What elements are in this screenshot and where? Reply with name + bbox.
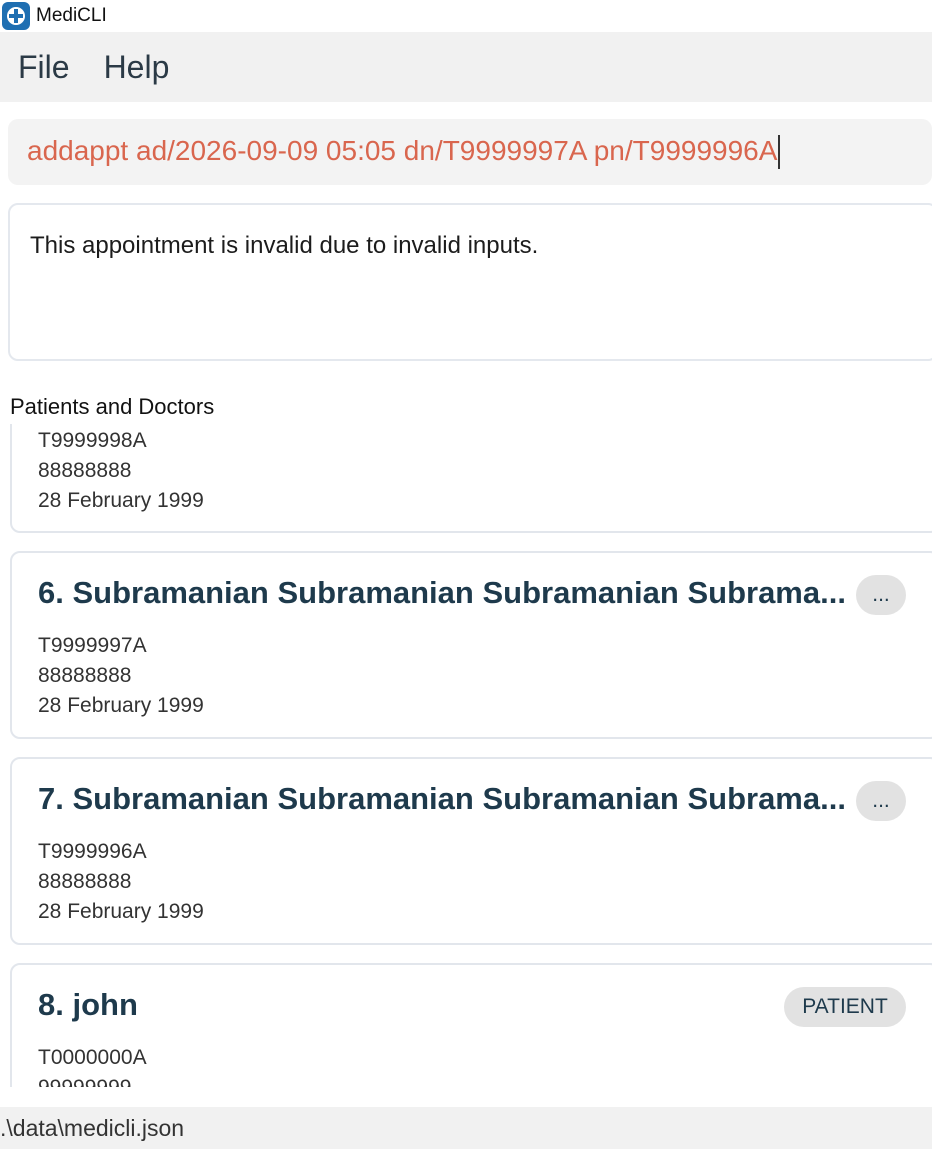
nric: T9999996A <box>38 840 147 863</box>
command-input[interactable]: addappt ad/2026-09-09 05:05 dn/T9999997A… <box>8 119 932 185</box>
data-file-path: .\data\medicli.json <box>0 1114 185 1141</box>
list-item[interactable]: 6. Subramanian Subramanian Subramanian S… <box>10 551 932 739</box>
card-title: 6. Subramanian Subramanian Subramanian S… <box>38 575 846 610</box>
list-item[interactable]: 7. Subramanian Subramanian Subramanian S… <box>10 757 932 945</box>
status-bar: .\data\medicli.json <box>0 1107 932 1149</box>
date-of-birth: 28 February 1999 <box>38 900 204 923</box>
card-details: T9999998A 88888888 28 February 1999 <box>38 426 204 516</box>
phone: 88888888 <box>38 459 132 482</box>
phone: 88888888 <box>38 870 132 893</box>
card-title: 8. john <box>38 987 138 1022</box>
text-caret <box>778 135 781 170</box>
menu-bar: File Help <box>0 32 932 102</box>
phone: 99999999 <box>38 1073 147 1087</box>
nric: T9999998A <box>38 429 147 452</box>
title-bar: MediCLI <box>0 0 932 32</box>
nric: T9999997A <box>38 634 147 657</box>
medical-cross-icon <box>2 2 30 30</box>
role-badge: ... <box>856 575 906 615</box>
person-list[interactable]: T9999998A 88888888 28 February 1999 6. S… <box>0 424 932 1087</box>
list-item[interactable]: T9999998A 88888888 28 February 1999 <box>10 424 932 533</box>
menu-file[interactable]: File <box>18 49 70 86</box>
list-label: Patients and Doctors <box>10 394 215 419</box>
phone: 88888888 <box>38 664 132 687</box>
result-message: This appointment is invalid due to inval… <box>30 232 539 259</box>
command-text[interactable]: addappt ad/2026-09-09 05:05 dn/T9999997A… <box>8 135 781 170</box>
role-badge: PATIENT <box>784 987 906 1027</box>
nric: T0000000A <box>38 1046 147 1069</box>
role-badge: ... <box>856 781 906 821</box>
menu-help[interactable]: Help <box>104 49 170 86</box>
date-of-birth: 28 February 1999 <box>38 694 204 717</box>
window-title: MediCLI <box>36 5 107 26</box>
card-details: T9999997A 88888888 28 February 1999 <box>38 631 204 721</box>
card-title: 7. Subramanian Subramanian Subramanian S… <box>38 781 846 816</box>
list-item[interactable]: 8. john PATIENT T0000000A 99999999 <box>10 963 932 1087</box>
card-details: T0000000A 99999999 <box>38 1043 147 1087</box>
date-of-birth: 28 February 1999 <box>38 489 204 512</box>
result-display: This appointment is invalid due to inval… <box>8 203 932 361</box>
card-details: T9999996A 88888888 28 February 1999 <box>38 837 204 927</box>
